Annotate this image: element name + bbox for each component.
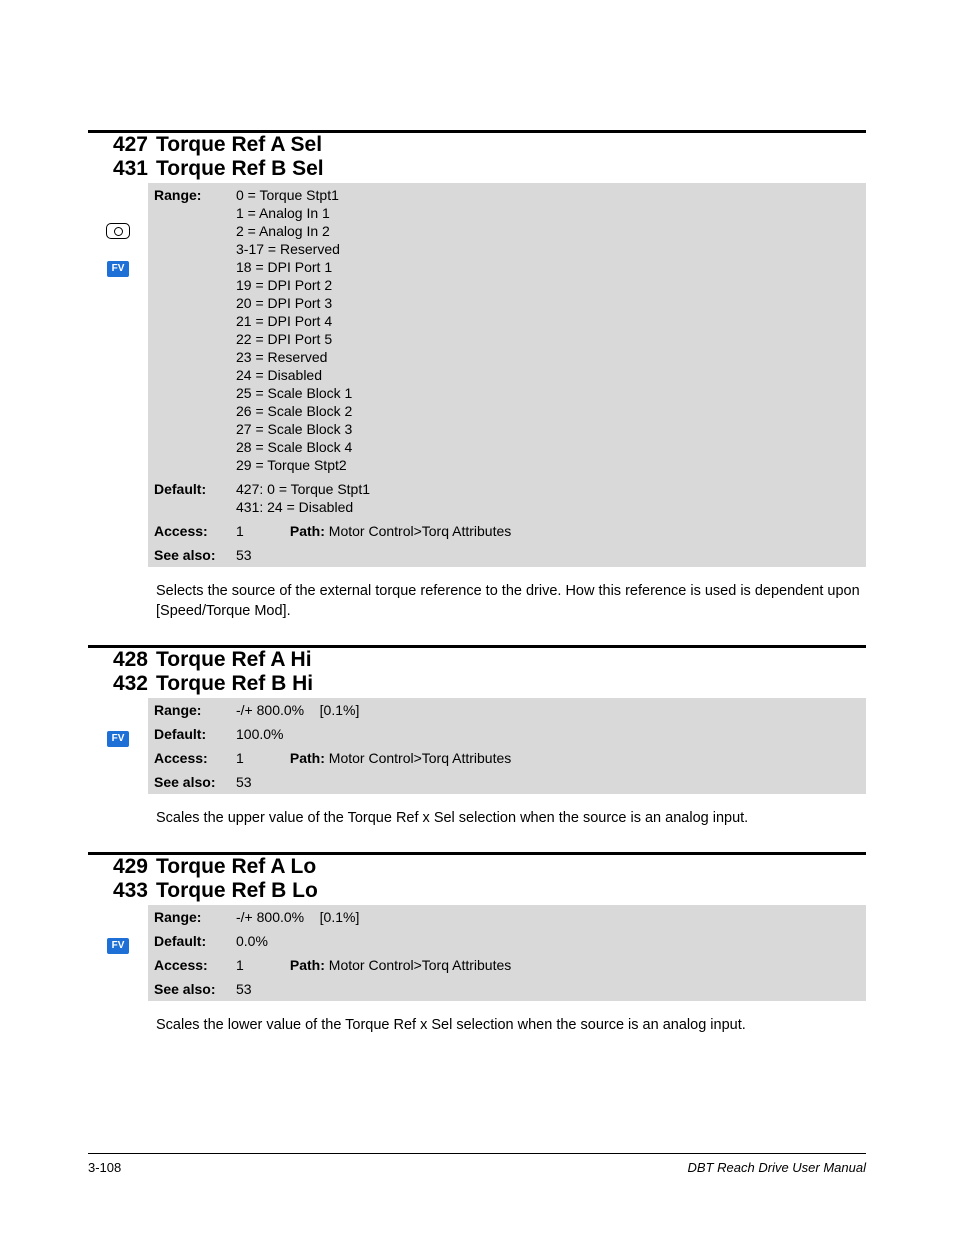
path-label: Path: — [290, 750, 325, 766]
seealso-row: See also: 53 — [148, 543, 866, 567]
range-line: 2 = Analog In 2 — [236, 222, 860, 240]
default-label: Default: — [154, 480, 236, 498]
range-line: 0 = Torque Stpt1 — [236, 186, 860, 204]
access-label: Access: — [154, 749, 236, 767]
default-line: 431: 24 = Disabled — [236, 498, 860, 516]
param-number: 433 — [88, 879, 148, 903]
default-label: Default: — [154, 932, 236, 950]
range-label: Range: — [154, 701, 236, 719]
seealso-value: 53 — [236, 773, 860, 791]
page-number: 3-108 — [88, 1160, 121, 1175]
range-line: 3-17 = Reserved — [236, 240, 860, 258]
seealso-label: See also: — [154, 773, 236, 791]
path-label: Path: — [290, 523, 325, 539]
range-line: 29 = Torque Stpt2 — [236, 456, 860, 474]
range-label: Range: — [154, 908, 236, 926]
fv-icon: FV — [107, 731, 129, 747]
param-number: 432 — [88, 672, 148, 696]
access-row: Access: 1 Path: Motor Control>Torq Attri… — [148, 746, 866, 770]
range-line: 25 = Scale Block 1 — [236, 384, 860, 402]
range-line: 1 = Analog In 1 — [236, 204, 860, 222]
page: 427 431 Torque Ref A Sel Torque Ref B Se… — [0, 0, 954, 1035]
range-label: Range: — [154, 186, 236, 204]
default-label: Default: — [154, 725, 236, 743]
access-value: 1 — [236, 749, 286, 767]
range-line: 20 = DPI Port 3 — [236, 294, 860, 312]
access-label: Access: — [154, 522, 236, 540]
default-row: Default: 427: 0 = Torque Stpt1 431: 24 =… — [148, 477, 866, 519]
range-value: -/+ 800.0% [0.1%] — [236, 701, 860, 719]
default-value: 0.0% — [236, 932, 860, 950]
param-title: Torque Ref B Hi — [156, 672, 866, 696]
param-description: Scales the upper value of the Torque Ref… — [156, 808, 866, 828]
param-number: 428 — [88, 648, 148, 672]
access-value: 1 — [236, 522, 286, 540]
param-block: 427 431 Torque Ref A Sel Torque Ref B Se… — [88, 130, 866, 621]
seealso-row: See also: 53 — [148, 770, 866, 794]
param-title: Torque Ref A Sel — [156, 133, 866, 157]
range-line: 26 = Scale Block 2 — [236, 402, 860, 420]
default-row: Default: 100.0% — [148, 722, 866, 746]
oval-icon — [106, 223, 130, 239]
param-block: 428 432 Torque Ref A Hi Torque Ref B Hi … — [88, 645, 866, 828]
seealso-value: 53 — [236, 546, 860, 564]
range-row: Range: -/+ 800.0% [0.1%] — [148, 698, 866, 722]
param-number: 427 — [88, 133, 148, 157]
range-row: Range: 0 = Torque Stpt1 1 = Analog In 1 … — [148, 183, 866, 477]
range-value: -/+ 800.0% [0.1%] — [236, 908, 860, 926]
range-line: 19 = DPI Port 2 — [236, 276, 860, 294]
range-line: 22 = DPI Port 5 — [236, 330, 860, 348]
access-row: Access: 1 Path: Motor Control>Torq Attri… — [148, 953, 866, 977]
param-title: Torque Ref A Hi — [156, 648, 866, 672]
seealso-row: See also: 53 — [148, 977, 866, 1001]
param-description: Selects the source of the external torqu… — [156, 581, 866, 621]
access-row: Access: 1 Path: Motor Control>Torq Attri… — [148, 519, 866, 543]
access-value: 1 — [236, 956, 286, 974]
range-line: 27 = Scale Block 3 — [236, 420, 860, 438]
range-line: 18 = DPI Port 1 — [236, 258, 860, 276]
path-value: Motor Control>Torq Attributes — [325, 957, 511, 973]
seealso-label: See also: — [154, 546, 236, 564]
range-row: Range: -/+ 800.0% [0.1%] — [148, 905, 866, 929]
default-row: Default: 0.0% — [148, 929, 866, 953]
param-title: Torque Ref B Sel — [156, 157, 866, 181]
param-number: 431 — [88, 157, 148, 181]
seealso-label: See also: — [154, 980, 236, 998]
seealso-value: 53 — [236, 980, 860, 998]
page-footer: 3-108 DBT Reach Drive User Manual — [88, 1153, 866, 1175]
range-line: 24 = Disabled — [236, 366, 860, 384]
range-line: 23 = Reserved — [236, 348, 860, 366]
range-line: 21 = DPI Port 4 — [236, 312, 860, 330]
path-label: Path: — [290, 957, 325, 973]
default-value: 100.0% — [236, 725, 860, 743]
default-line: 427: 0 = Torque Stpt1 — [236, 480, 860, 498]
access-label: Access: — [154, 956, 236, 974]
fv-icon: FV — [107, 938, 129, 954]
param-block: 429 433 Torque Ref A Lo Torque Ref B Lo … — [88, 852, 866, 1035]
manual-title: DBT Reach Drive User Manual — [688, 1160, 866, 1175]
param-number: 429 — [88, 855, 148, 879]
param-description: Scales the lower value of the Torque Ref… — [156, 1015, 866, 1035]
range-line: 28 = Scale Block 4 — [236, 438, 860, 456]
param-title: Torque Ref B Lo — [156, 879, 866, 903]
fv-icon: FV — [107, 261, 129, 277]
param-title: Torque Ref A Lo — [156, 855, 866, 879]
path-value: Motor Control>Torq Attributes — [325, 523, 511, 539]
path-value: Motor Control>Torq Attributes — [325, 750, 511, 766]
